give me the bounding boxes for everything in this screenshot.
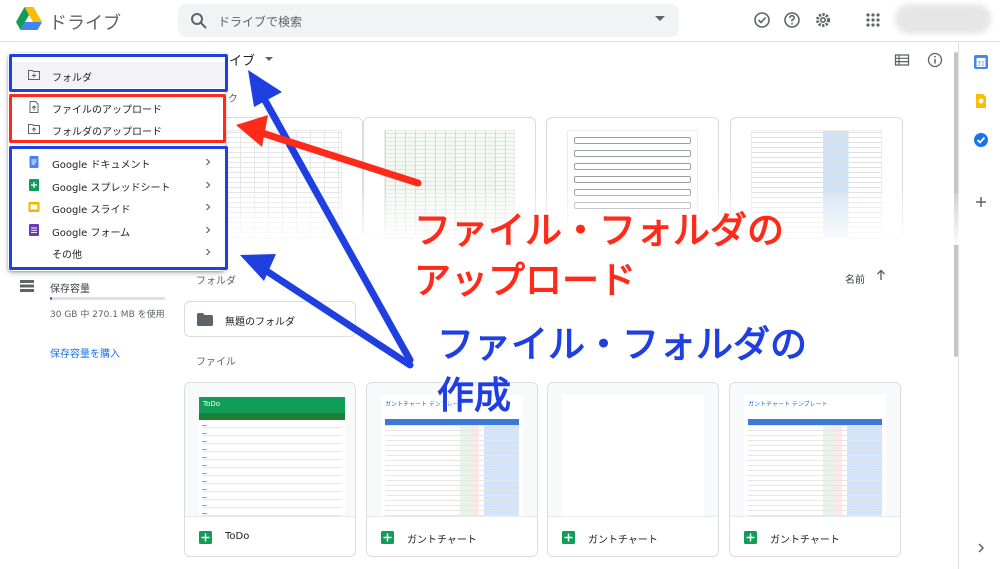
annotation-box-upload — [9, 94, 226, 143]
svg-text:31: 31 — [977, 61, 985, 68]
file-card[interactable]: ガントチャート — [547, 382, 719, 557]
list-view-icon[interactable] — [894, 52, 910, 68]
folder-icon — [197, 313, 213, 326]
search-input[interactable]: ドライブで検索 — [218, 13, 302, 30]
search-icon[interactable] — [190, 12, 208, 30]
google-sheets-icon — [562, 531, 575, 544]
search-options-icon[interactable] — [655, 16, 665, 21]
storage-label[interactable]: 保存容量 — [50, 280, 90, 295]
file-name: ガントチャート — [588, 535, 658, 546]
google-sheets-icon — [744, 531, 757, 544]
sort-ascending-icon[interactable] — [876, 269, 886, 281]
google-sheets-icon — [199, 531, 212, 544]
file-name: ガントチャート — [770, 535, 840, 546]
calendar-icon[interactable]: 31 — [973, 54, 989, 70]
annotation-arrowhead — [240, 254, 276, 281]
files-section-label: ファイル — [196, 357, 236, 368]
file-name: ガントチャート — [407, 535, 477, 546]
offline-icon[interactable] — [753, 11, 771, 29]
quick-access-label: ク — [228, 94, 238, 105]
folder-name: 無題のフォルダ — [225, 317, 295, 328]
account-avatar[interactable] — [895, 4, 991, 34]
annotation-create-line2: 作成 — [437, 374, 511, 417]
breadcrumb[interactable]: イブ — [229, 50, 255, 69]
annotation-box-create-folder — [9, 54, 228, 92]
annotation-upload-line1: ファイル・フォルダの — [414, 209, 784, 252]
apps-grid-icon[interactable] — [864, 11, 882, 29]
thumbnail-title: ガントチャート テンプレート — [748, 401, 828, 408]
file-name: ToDo — [225, 531, 250, 542]
annotation-arrowhead — [248, 70, 282, 107]
buy-storage-link[interactable]: 保存容量を購入 — [50, 345, 120, 360]
storage-progress-fill — [50, 297, 52, 300]
side-panel: 31 — [958, 42, 1000, 569]
top-bar: ドライブ ドライブで検索 — [0, 0, 1000, 42]
tasks-icon[interactable] — [973, 132, 989, 148]
drive-logo-icon[interactable] — [16, 7, 42, 30]
google-sheets-icon — [381, 531, 394, 544]
folders-section-label: フォルダ — [196, 276, 236, 287]
settings-icon[interactable] — [814, 11, 832, 29]
storage-icon — [20, 280, 34, 292]
file-card[interactable]: ガントチャート テンプレート ガントチャート — [729, 382, 901, 557]
annotation-create-line1: ファイル・フォルダの — [437, 323, 807, 366]
sort-by-name[interactable]: 名前 — [845, 271, 865, 286]
help-icon[interactable] — [783, 11, 801, 29]
info-icon[interactable] — [927, 52, 943, 68]
storage-usage: 30 GB 中 270.1 MB を使用 — [50, 310, 165, 320]
drive-window: ドライブ ドライブで検索 31 保存容量 30 GB 中 270.1 MB を使… — [0, 0, 1000, 569]
folder-item[interactable]: 無題のフォルダ — [184, 301, 356, 337]
file-thumbnail: ガントチャート テンプレート — [730, 383, 900, 517]
keep-icon[interactable] — [973, 93, 989, 109]
file-thumbnail: ToDo — [185, 383, 355, 517]
breadcrumb-dropdown-icon[interactable] — [265, 57, 273, 61]
app-title: ドライブ — [49, 13, 121, 34]
file-thumbnail — [548, 383, 718, 517]
annotation-box-create-files — [9, 146, 228, 270]
search-bar[interactable]: ドライブで検索 — [178, 4, 679, 37]
file-card[interactable]: ToDo ToDo — [184, 382, 356, 557]
storage-progress — [50, 297, 165, 300]
add-addon-icon[interactable] — [973, 194, 989, 210]
annotation-upload-line2: アップロード — [414, 259, 636, 302]
thumbnail-title: ToDo — [203, 400, 221, 408]
expand-panel-icon[interactable] — [973, 540, 989, 556]
